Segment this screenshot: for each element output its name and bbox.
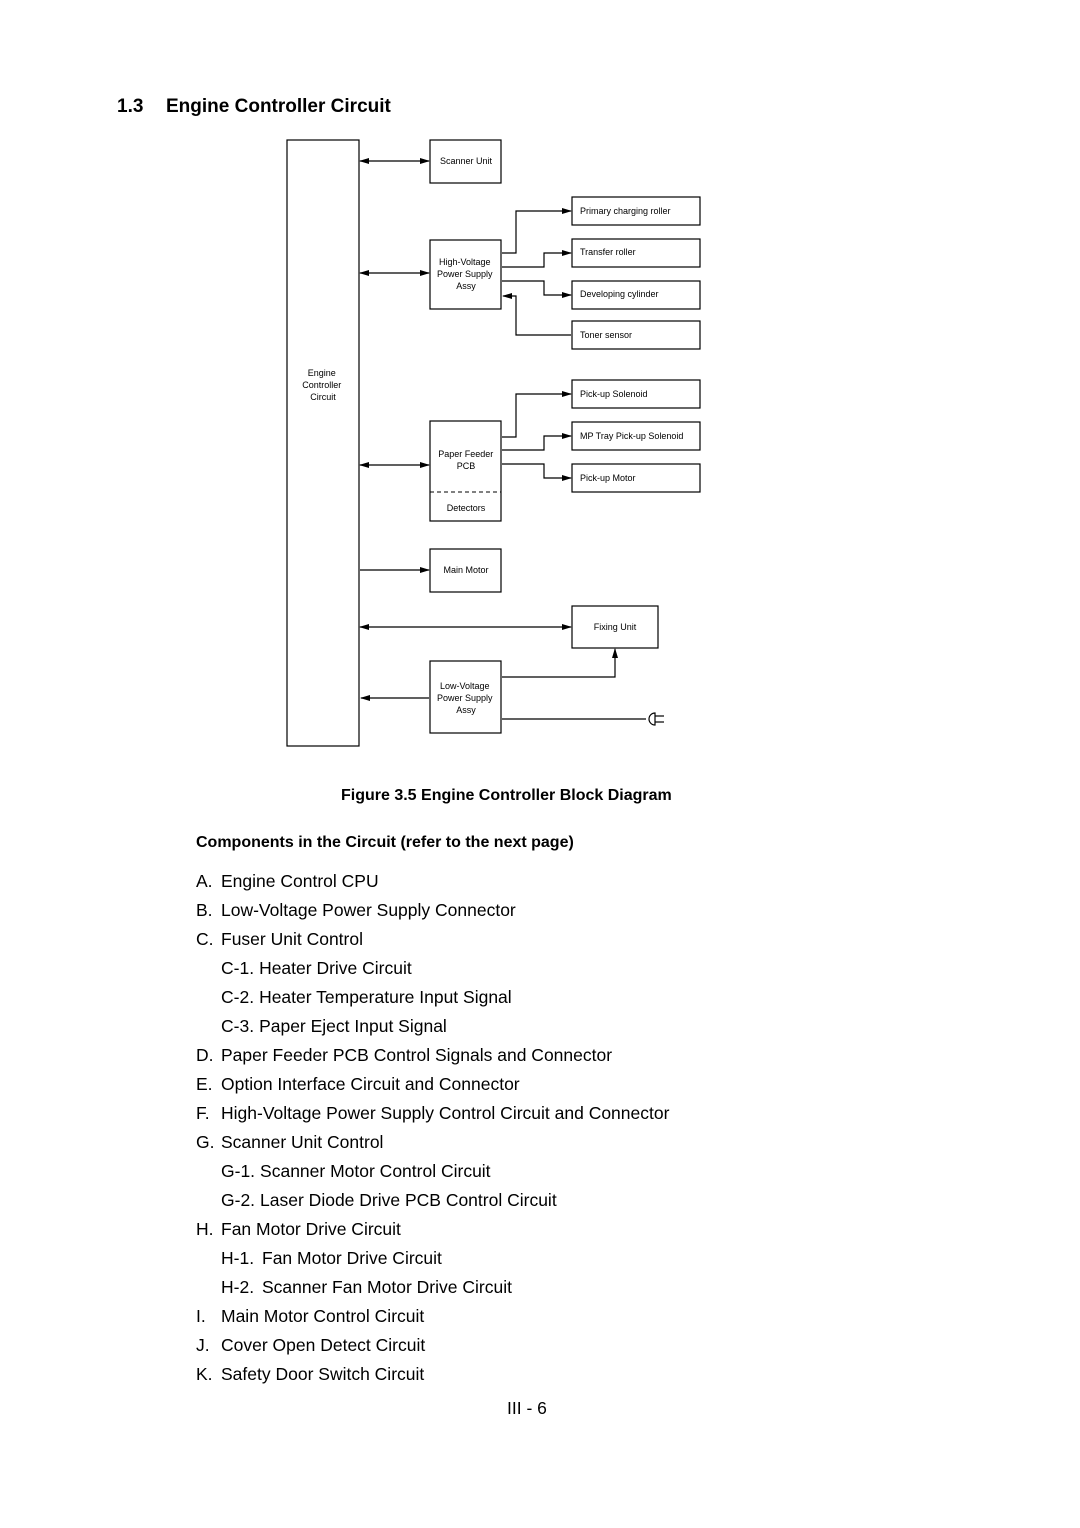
transfer-roller-label: Transfer roller xyxy=(580,247,636,257)
component-text: Heater Temperature Input Signal xyxy=(259,987,512,1007)
pcb-to-mp-tray-solenoid xyxy=(502,433,572,451)
figure-caption: Figure 3.5 Engine Controller Block Diagr… xyxy=(341,787,672,804)
component-subitem: G-1. Scanner Motor Control Circuit xyxy=(196,1160,669,1189)
component-marker: C. xyxy=(196,929,214,949)
component-subitem: H-2. Scanner Fan Motor Drive Circuit xyxy=(196,1276,669,1305)
hv-to-developing-cylinder xyxy=(502,280,572,298)
component-marker: K. xyxy=(196,1364,213,1384)
component-text: Main Motor Control Circuit xyxy=(221,1306,425,1326)
component-item: H. Fan Motor Drive Circuit xyxy=(196,1218,669,1247)
component-item: G. Scanner Unit Control xyxy=(196,1131,669,1160)
component-item: I. Main Motor Control Circuit xyxy=(196,1305,669,1334)
pickup-solenoid-label: Pick-up Solenoid xyxy=(580,389,648,399)
component-marker: A. xyxy=(196,871,213,891)
mp-tray-pickup-solenoid-label: MP Tray Pick-up Solenoid xyxy=(580,431,683,441)
component-marker: C-1. xyxy=(221,958,255,978)
engine-controller-block-diagram: Engine Controller Circuit Scanner Unit H… xyxy=(286,139,701,747)
component-item: F. High-Voltage Power Supply Control Circ… xyxy=(196,1102,669,1131)
component-marker: J. xyxy=(196,1335,210,1355)
component-marker: F. xyxy=(196,1103,210,1123)
component-item: C. Fuser Unit Control xyxy=(196,928,669,957)
component-marker: H-1. xyxy=(221,1248,255,1268)
main-motor-label: Main Motor xyxy=(443,565,488,575)
component-item: B. Low-Voltage Power Supply Connector xyxy=(196,899,669,928)
scanner-unit-label: Scanner Unit xyxy=(440,156,493,166)
component-text: Heater Drive Circuit xyxy=(259,958,412,978)
component-text: Fuser Unit Control xyxy=(221,929,363,949)
component-text: Scanner Motor Control Circuit xyxy=(260,1161,491,1181)
component-text: Paper Eject Input Signal xyxy=(259,1016,447,1036)
component-marker: H-2. xyxy=(221,1277,255,1297)
component-item: D. Paper Feeder PCB Control Signals and C… xyxy=(196,1044,669,1073)
component-item: K. Safety Door Switch Circuit xyxy=(196,1363,669,1392)
component-item: A. Engine Control CPU xyxy=(196,870,669,899)
pcb-to-pickup-solenoid xyxy=(502,391,572,438)
component-text: Low-Voltage Power Supply Connector xyxy=(221,900,516,920)
page-number: III - 6 xyxy=(507,1398,547,1418)
component-text: Scanner Unit Control xyxy=(221,1132,384,1152)
engine-controller-block xyxy=(286,139,360,747)
component-subitem: C-3. Paper Eject Input Signal xyxy=(196,1015,669,1044)
component-marker: C-3. xyxy=(221,1016,255,1036)
component-text: Safety Door Switch Circuit xyxy=(221,1364,425,1384)
hv-to-primary-charging-roller xyxy=(502,208,572,254)
component-marker: H. xyxy=(196,1219,214,1239)
component-text: Scanner Fan Motor Drive Circuit xyxy=(262,1277,512,1297)
component-text: Paper Feeder PCB Control Signals and Con… xyxy=(221,1045,613,1065)
lv-to-fixing-unit xyxy=(502,648,618,678)
component-text: Engine Control CPU xyxy=(221,871,379,891)
hv-to-transfer-roller xyxy=(502,250,572,268)
component-marker: I. xyxy=(196,1306,206,1326)
component-marker: C-2. xyxy=(221,987,255,1007)
component-marker: G-1. xyxy=(221,1161,256,1181)
component-text: High-Voltage Power Supply Control Circui… xyxy=(221,1103,670,1123)
component-item: J. Cover Open Detect Circuit xyxy=(196,1334,669,1363)
component-marker: G-2. xyxy=(221,1190,256,1210)
component-marker: D. xyxy=(196,1045,214,1065)
component-text: Fan Motor Drive Circuit xyxy=(262,1248,442,1268)
component-subitem: H-1. Fan Motor Drive Circuit xyxy=(196,1247,669,1276)
toner-sensor-to-hv xyxy=(502,293,571,336)
components-heading: Components in the Circuit (refer to the … xyxy=(196,834,574,851)
component-text: Option Interface Circuit and Connector xyxy=(221,1074,520,1094)
pickup-motor-label: Pick-up Motor xyxy=(580,473,636,483)
component-subitem: C-1. Heater Drive Circuit xyxy=(196,957,669,986)
detectors-label: Detectors xyxy=(447,503,486,513)
component-text: Laser Diode Drive PCB Control Circuit xyxy=(260,1190,557,1210)
component-item: E. Option Interface Circuit and Connector xyxy=(196,1073,669,1102)
component-marker: E. xyxy=(196,1074,213,1094)
fixing-unit-label: Fixing Unit xyxy=(594,622,637,632)
component-text: Fan Motor Drive Circuit xyxy=(221,1219,401,1239)
component-subitem: G-2. Laser Diode Drive PCB Control Circui… xyxy=(196,1189,669,1218)
developing-cylinder-label: Developing cylinder xyxy=(580,289,659,299)
component-marker: G. xyxy=(196,1132,215,1152)
component-text: Cover Open Detect Circuit xyxy=(221,1335,426,1355)
toner-sensor-label: Toner sensor xyxy=(580,330,632,340)
components-list: A. Engine Control CPU B. Low-Voltage Power … xyxy=(196,870,669,1392)
component-subitem: C-2. Heater Temperature Input Signal xyxy=(196,986,669,1015)
primary-charging-roller-label: Primary charging roller xyxy=(580,206,671,216)
pcb-to-pickup-motor xyxy=(502,463,572,481)
component-marker: B. xyxy=(196,900,213,920)
ac-plug-icon xyxy=(648,712,664,726)
